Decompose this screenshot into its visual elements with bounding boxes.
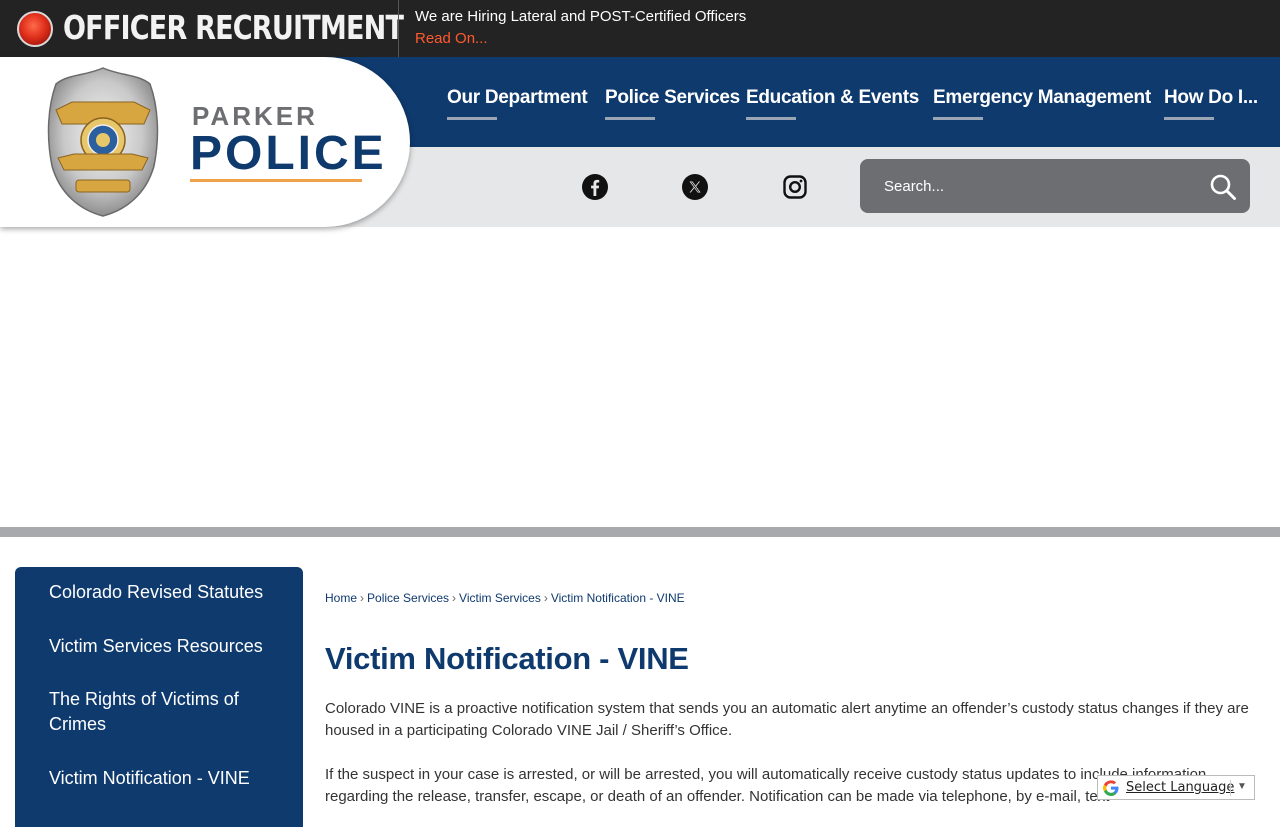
breadcrumb-separator: ›: [452, 591, 457, 605]
sidebar-item-victim-notification-vine[interactable]: Victim Notification - VINE: [49, 766, 269, 791]
select-divider: [1230, 780, 1231, 796]
language-select-label: Select Language: [1126, 780, 1235, 795]
nav-underline: [933, 117, 983, 120]
breadcrumb-victim-services[interactable]: Victim Services: [459, 591, 541, 605]
breadcrumb-current[interactable]: Victim Notification - VINE: [551, 591, 685, 605]
alert-divider: [398, 0, 399, 57]
sidebar-item-colorado-revised-statutes[interactable]: Colorado Revised Statutes: [49, 580, 269, 605]
language-select[interactable]: Select Language ▼: [1097, 775, 1255, 800]
recruitment-alert-bar: OFFICER RECRUITMENT We are Hiring Latera…: [0, 0, 1280, 57]
logo-underline: [190, 179, 362, 182]
dropdown-arrow-icon: ▼: [1237, 781, 1247, 792]
x-twitter-icon[interactable]: [682, 174, 708, 200]
alert-message: We are Hiring Lateral and POST-Certified…: [415, 8, 747, 25]
search-input[interactable]: [876, 173, 1196, 199]
alert-indicator-icon: [17, 11, 53, 47]
sidebar-item-rights-of-victims[interactable]: The Rights of Victims of Crimes: [49, 687, 249, 737]
breadcrumb-separator: ›: [360, 591, 365, 605]
alert-title[interactable]: OFFICER RECRUITMENT: [63, 8, 404, 47]
nav-underline: [447, 117, 497, 120]
breadcrumb: Home › Police Services › Victim Services › Vic…: [325, 591, 685, 605]
nav-underline: [605, 117, 655, 120]
content-paragraph: Colorado VINE is a proactive notificatio…: [325, 700, 1249, 739]
nav-education-events[interactable]: Education & Events: [746, 87, 919, 109]
nav-underline: [1164, 117, 1214, 120]
breadcrumb-home[interactable]: Home: [325, 591, 357, 605]
alert-read-on-link[interactable]: Read On...: [415, 30, 488, 47]
instagram-icon[interactable]: [782, 174, 808, 200]
facebook-icon[interactable]: [582, 174, 608, 200]
nav-police-services[interactable]: Police Services: [605, 87, 740, 109]
nav-emergency-management[interactable]: Emergency Management: [933, 87, 1151, 109]
sidebar-item-victim-services-resources[interactable]: Victim Services Resources: [49, 634, 269, 659]
breadcrumb-police-services[interactable]: Police Services: [367, 591, 449, 605]
page-title: Victim Notification - VINE: [325, 641, 689, 676]
section-divider: [0, 527, 1280, 537]
nav-our-department[interactable]: Our Department: [447, 87, 588, 109]
police-badge-icon: [47, 67, 159, 217]
logo-text-police: POLICE: [190, 127, 387, 180]
nav-how-do-i[interactable]: How Do I...: [1164, 87, 1258, 109]
nav-underline: [746, 117, 796, 120]
breadcrumb-separator: ›: [543, 591, 548, 605]
site-search: [860, 159, 1250, 213]
google-icon: [1103, 780, 1119, 796]
search-icon[interactable]: [1209, 173, 1237, 201]
